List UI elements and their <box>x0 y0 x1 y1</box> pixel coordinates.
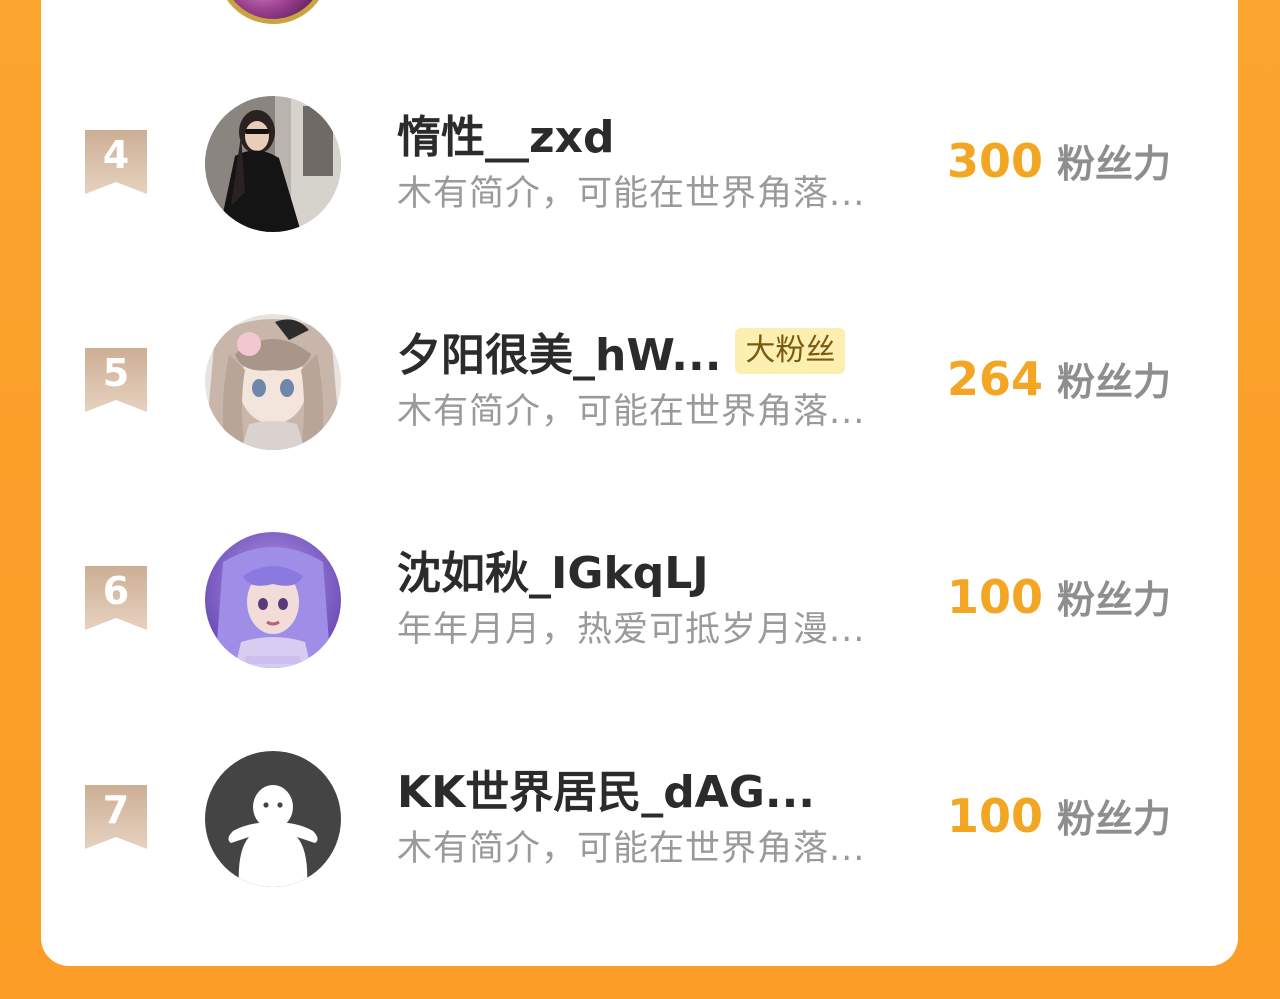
avatar-anime-icon <box>205 532 341 668</box>
ranking-row-5[interactable]: 5 夕阳很美_hW... 大粉丝 木有简介，可能在世界角落... 264 粉丝力 <box>41 311 1238 471</box>
user-avatar[interactable] <box>205 751 341 887</box>
default-avatar-icon <box>205 751 341 887</box>
user-intro: 木有简介，可能在世界角落... <box>397 392 866 432</box>
score-value: 100 <box>947 570 1044 624</box>
user-avatar[interactable] <box>205 532 341 668</box>
rank-ribbon-icon: 4 <box>85 130 147 196</box>
user-name[interactable]: 惰性__zxd <box>397 101 615 165</box>
user-name[interactable]: 沈如秋_IGkqLJ <box>397 537 709 601</box>
rank-ribbon-icon: 5 <box>85 348 147 414</box>
rank-ribbon-icon: 6 <box>85 566 147 632</box>
user-intro: 木有简介，可能在世界角落... <box>397 829 866 869</box>
score-unit: 粉丝力 <box>1057 142 1172 186</box>
ranking-row-6[interactable]: 6 沈如秋_IGkqLJ 年年月月，热爱可抵岁月漫... 100 粉丝力 <box>41 529 1238 689</box>
ranking-row-7[interactable]: 7 KK世界居民_dAG... 木有简介，可能在世界角落... 100 粉丝力 <box>41 748 1238 908</box>
user-name[interactable]: 夕阳很美_hW... <box>397 319 721 383</box>
ranking-row-4[interactable]: 4 惰性__zxd 木有简介，可能在世界角落... 300 粉丝力 <box>41 93 1238 253</box>
user-avatar[interactable] <box>205 314 341 450</box>
rank-ribbon-icon: 7 <box>85 785 147 851</box>
fan-ranking-card: 4 惰性__zxd 木有简介，可能在世界角落... 300 粉丝力 5 夕阳很美… <box>41 0 1238 966</box>
score-value: 300 <box>947 134 1044 188</box>
fan-power-score: 100 粉丝力 <box>947 788 1171 848</box>
score-unit: 粉丝力 <box>1057 360 1172 404</box>
big-fan-badge: 大粉丝 <box>735 328 846 374</box>
avatar-previous-row[interactable] <box>217 0 329 24</box>
user-intro: 年年月月，热爱可抵岁月漫... <box>397 610 866 650</box>
score-value: 264 <box>947 352 1044 406</box>
rank-number: 5 <box>102 351 130 395</box>
score-unit: 粉丝力 <box>1057 797 1172 841</box>
fan-power-score: 100 粉丝力 <box>947 569 1171 629</box>
avatar-photo-icon <box>205 96 341 232</box>
score-unit: 粉丝力 <box>1057 578 1172 622</box>
user-avatar[interactable] <box>205 96 341 232</box>
fan-power-score: 264 粉丝力 <box>947 351 1171 411</box>
fan-power-score: 300 粉丝力 <box>947 133 1171 193</box>
rank-number: 7 <box>102 788 130 832</box>
user-name[interactable]: KK世界居民_dAG... <box>397 756 815 820</box>
rank-number: 6 <box>102 569 130 613</box>
avatar-anime-icon <box>205 314 341 450</box>
user-intro: 木有简介，可能在世界角落... <box>397 174 866 214</box>
rank-number: 4 <box>102 133 130 177</box>
score-value: 100 <box>947 789 1044 843</box>
